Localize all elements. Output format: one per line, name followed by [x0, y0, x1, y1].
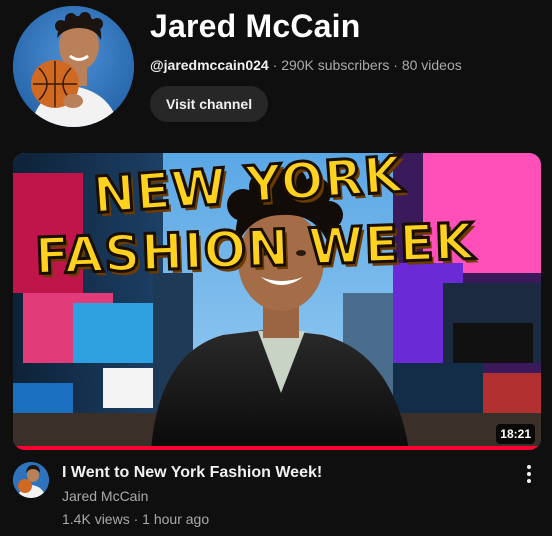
meta-separator: ·: [272, 57, 278, 73]
channel-meta: @jaredmccain024 · 290K subscribers · 80 …: [150, 55, 542, 75]
watch-progress-fill: [13, 446, 541, 450]
video-text: I Went to New York Fashion Week! Jared M…: [62, 462, 511, 529]
video-duration-badge: 18:21: [496, 424, 535, 444]
upload-age: 1 hour ago: [142, 511, 210, 527]
video-stats: 1.4K views · 1 hour ago: [62, 509, 511, 529]
thumbnail-text-fashion-week: FASHION WEEK: [33, 211, 477, 287]
mini-avatar-image: [13, 462, 49, 498]
channel-info: Jared McCain @jaredmccain024 · 290K subs…: [150, 6, 542, 75]
more-vert-icon: [527, 465, 531, 483]
avatar-portrait-image: [13, 6, 134, 127]
video-details: I Went to New York Fashion Week! Jared M…: [13, 462, 541, 532]
channel-handle[interactable]: @jaredmccain024: [150, 57, 269, 73]
watch-progress-bar: [13, 446, 541, 450]
channel-header: Jared McCain @jaredmccain024 · 290K subs…: [0, 0, 552, 140]
channel-name[interactable]: Jared McCain: [150, 6, 542, 46]
more-options-button[interactable]: [517, 462, 541, 486]
meta-separator: ·: [393, 57, 398, 73]
subscriber-count: 290K subscribers: [281, 57, 390, 73]
visit-channel-button[interactable]: Visit channel: [150, 86, 269, 122]
video-count: 80 videos: [401, 57, 462, 73]
view-count: 1.4K views: [62, 511, 130, 527]
video-channel-name[interactable]: Jared McCain: [62, 486, 511, 506]
video-title[interactable]: I Went to New York Fashion Week!: [62, 462, 511, 484]
video-channel-avatar[interactable]: [13, 462, 49, 498]
channel-avatar[interactable]: [13, 6, 134, 127]
stats-separator: ·: [133, 511, 139, 527]
video-thumbnail[interactable]: NEW YORK FASHION WEEK 18:21: [13, 153, 541, 450]
